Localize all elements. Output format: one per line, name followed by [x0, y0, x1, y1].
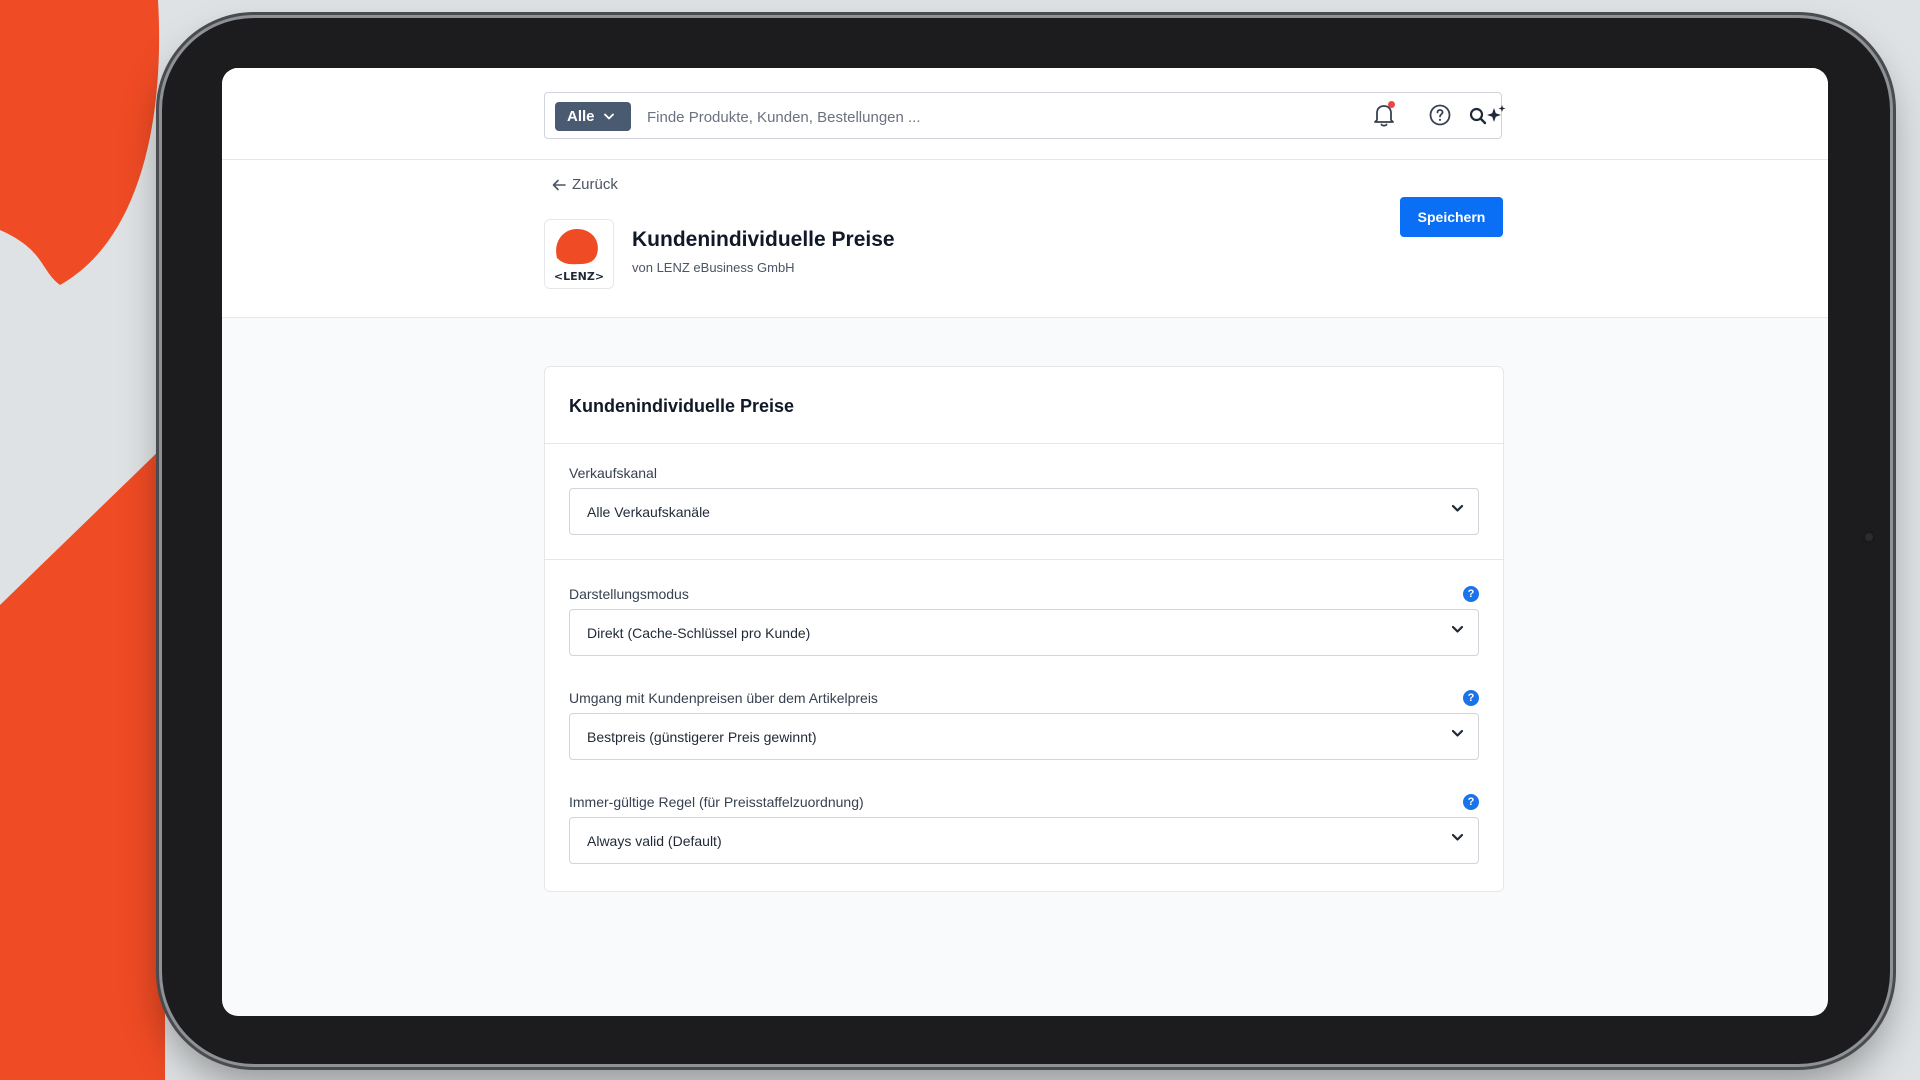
bell-icon[interactable]: [1370, 101, 1398, 129]
top-bar: Alle: [222, 68, 1828, 160]
stage: Alle Finde Produkte, Kunden, Bestellunge…: [0, 0, 1920, 1080]
chevron-down-icon: [1451, 504, 1464, 513]
back-link[interactable]: Zurück: [552, 176, 618, 193]
page-header: Zurück <LENZ> Kundenindividuelle Preise …: [222, 160, 1828, 318]
settings-card: Kundenindividuelle Preise Verkaufskanal …: [544, 366, 1504, 892]
help-icon[interactable]: ?: [1463, 690, 1479, 706]
chevron-down-icon: [1451, 833, 1464, 842]
back-link-label: Zurück: [572, 176, 618, 193]
app-logo: <LENZ>: [544, 219, 614, 289]
notification-dot: [1388, 101, 1395, 108]
card-title: Kundenindividuelle Preise: [569, 396, 795, 416]
field-label-immer-gueltige-regel: Immer-gültige Regel (für Preisstaffelzuo…: [569, 794, 864, 810]
logo-wordmark: <LENZ>: [554, 270, 604, 283]
chevron-down-icon: [1451, 729, 1464, 738]
field-label-darstellungsmodus: Darstellungsmodus: [569, 586, 689, 602]
select-immer-gueltige-regel[interactable]: Always valid (Default): [569, 817, 1479, 864]
help-circle-icon[interactable]: [1426, 101, 1454, 129]
app-screen: Alle Finde Produkte, Kunden, Bestellunge…: [222, 68, 1828, 1016]
search-scope-label: Alle: [567, 108, 595, 125]
select-value: Direkt (Cache-Schlüssel pro Kunde): [587, 624, 811, 641]
global-search: Alle: [544, 92, 1502, 139]
search-input[interactable]: [645, 101, 1429, 133]
sparkle-icon[interactable]: [1482, 101, 1510, 129]
select-umgang-kundenpreise[interactable]: Bestpreis (günstigerer Preis gewinnt): [569, 713, 1479, 760]
divider: [545, 559, 1503, 560]
search-scope-dropdown[interactable]: Alle: [555, 102, 631, 131]
save-button[interactable]: Speichern: [1400, 197, 1503, 237]
tablet-frame: Alle Finde Produkte, Kunden, Bestellunge…: [162, 18, 1890, 1064]
select-value: Always valid (Default): [587, 832, 722, 849]
select-darstellungsmodus[interactable]: Direkt (Cache-Schlüssel pro Kunde): [569, 609, 1479, 656]
select-value: Alle Verkaufskanäle: [587, 503, 710, 520]
field-label-verkaufskanal: Verkaufskanal: [569, 465, 657, 481]
help-icon[interactable]: ?: [1463, 794, 1479, 810]
field-label-umgang-kundenpreise: Umgang mit Kundenpreisen über dem Artike…: [569, 690, 878, 706]
page-title: Kundenindividuelle Preise: [632, 228, 895, 251]
divider: [545, 443, 1503, 444]
lenz-logo-icon: <LENZ>: [554, 229, 604, 283]
select-verkaufskanal[interactable]: Alle Verkaufskanäle: [569, 488, 1479, 535]
arrow-left-icon: [552, 179, 566, 191]
app-vendor: von LENZ eBusiness GmbH: [632, 260, 795, 275]
chevron-down-icon: [1451, 625, 1464, 634]
camera-dot: [1862, 530, 1876, 544]
help-icon[interactable]: ?: [1463, 586, 1479, 602]
select-value: Bestpreis (günstigerer Preis gewinnt): [587, 728, 817, 745]
chevron-down-icon: [603, 113, 614, 120]
